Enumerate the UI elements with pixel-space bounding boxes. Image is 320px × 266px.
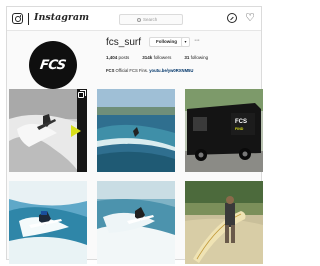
surf-photo <box>9 181 87 264</box>
more-options-icon[interactable]: ··· <box>194 36 200 46</box>
post-thumbnail[interactable] <box>185 181 263 264</box>
profile-bio: FCS Official FCS Fins. youtu.be/yw0RXNM5… <box>106 68 193 73</box>
post-grid: FCS FIND <box>9 89 264 264</box>
profile-avatar: FCS <box>29 41 77 89</box>
posts-stat: 1,404 posts <box>106 55 129 60</box>
profile-stats: 1,404 posts 314k followers 31 following <box>106 55 208 60</box>
top-nav-bar: Instagram ♡ <box>7 7 261 31</box>
nav-icons: ♡ <box>227 12 255 23</box>
following-button[interactable]: Following <box>149 37 184 47</box>
search-input[interactable] <box>143 17 165 22</box>
posts-label: posts <box>118 55 130 60</box>
bio-link[interactable]: youtu.be/yw0RXNM5U <box>149 68 193 73</box>
followers-label: followers <box>153 55 172 60</box>
fcs-logo: FCS <box>39 57 67 73</box>
svg-text:FCS: FCS <box>235 119 247 125</box>
search-box[interactable] <box>119 14 183 25</box>
post-thumbnail[interactable] <box>97 181 175 264</box>
instagram-wordmark[interactable]: Instagram <box>34 12 89 23</box>
profile-username: fcs_surf <box>106 37 142 48</box>
instagram-camera-icon[interactable] <box>12 13 23 24</box>
post-thumbnail[interactable]: FCS FIND <box>185 89 263 172</box>
following-stat[interactable]: 31 following <box>184 55 208 60</box>
post-thumbnail[interactable] <box>9 89 87 172</box>
chevron-down-icon[interactable]: ▾ <box>181 37 190 47</box>
following-label: following <box>190 55 209 60</box>
post-thumbnail[interactable] <box>97 89 175 172</box>
surfboard-photo <box>185 181 263 264</box>
heart-icon[interactable]: ♡ <box>245 12 255 23</box>
bio-text: Official FCS Fins. <box>114 68 150 73</box>
search-icon <box>137 17 141 22</box>
followers-count: 314k <box>142 55 153 60</box>
following-count: 31 <box>184 55 190 60</box>
post-thumbnail[interactable] <box>9 181 87 264</box>
van-photo: FCS FIND <box>185 89 263 172</box>
posts-count: 1,404 <box>106 55 118 60</box>
svg-text:FIND: FIND <box>235 127 244 131</box>
surf-photo <box>9 89 87 172</box>
compass-icon[interactable] <box>227 13 238 23</box>
wave-pool-photo <box>97 89 175 172</box>
followers-stat[interactable]: 314k followers <box>142 55 171 60</box>
surf-photo <box>97 181 175 264</box>
multiple-posts-icon <box>78 90 86 98</box>
nav-divider <box>28 13 29 25</box>
